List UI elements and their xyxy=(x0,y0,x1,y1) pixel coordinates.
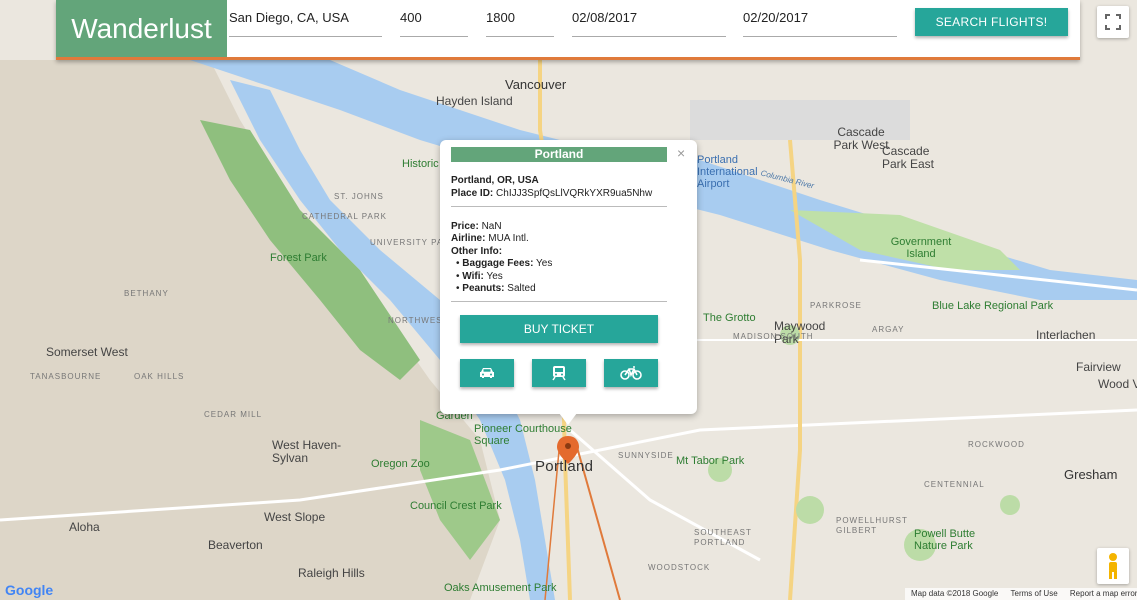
list-item: • Baggage Fees: Yes xyxy=(456,258,553,269)
divider xyxy=(451,206,667,207)
close-icon[interactable]: × xyxy=(677,145,685,161)
other-info-label: Other Info: xyxy=(451,246,503,257)
map-label-gresham: Gresham xyxy=(1064,467,1118,482)
place-id-label: Place ID: xyxy=(451,188,494,199)
map-label-west-haven: West Haven-Sylvan xyxy=(272,438,342,465)
buy-ticket-button[interactable]: BUY TICKET xyxy=(460,315,658,343)
map-label-parkrose: PARKROSE xyxy=(810,301,862,310)
info-value: Salted xyxy=(507,283,536,294)
report-error-link[interactable]: Report a map error xyxy=(1070,589,1137,598)
map-label-st-johns: ST. JOHNS xyxy=(334,192,384,201)
map-label-government-island: Government Island xyxy=(890,236,952,260)
pegman-icon xyxy=(1109,553,1117,579)
map-label-madison-south: MADISON SOUTH xyxy=(733,332,814,341)
popup-airline: Airline: MUA Intl. xyxy=(451,233,529,246)
map-label-oak-hills: OAK HILLS xyxy=(134,372,185,381)
popup-place-id: Place ID: ChIJJ3SpfQsLlVQRkYXR9ua5Nhw xyxy=(451,188,652,201)
map-label-sunnyside: SUNNYSIDE xyxy=(618,451,674,460)
price-label: Price: xyxy=(451,221,479,232)
list-item: • Wifi: Yes xyxy=(456,271,503,282)
origin-input[interactable]: San Diego, CA, USA xyxy=(229,8,382,37)
airline-value: MUA Intl. xyxy=(488,233,529,244)
map-label-raleigh-hills: Raleigh Hills xyxy=(298,566,365,580)
map-label-cascade-park-east: Cascade Park East xyxy=(882,144,935,171)
search-flights-button[interactable]: SEARCH FLIGHTS! xyxy=(915,8,1068,36)
map-label-centennial: CENTENNIAL xyxy=(924,480,985,489)
map-label-council-crest: Council Crest Park xyxy=(410,500,502,512)
map-label-aloha: Aloha xyxy=(69,520,100,534)
map-label-pioneer: Pioneer Courthouse Square xyxy=(474,423,572,447)
info-window-tail xyxy=(559,413,577,425)
return-date-input[interactable]: 02/20/2017 xyxy=(743,8,897,37)
map-label-wood-village: Wood Vil xyxy=(1098,377,1137,391)
map-label-cathedral-park: CATHEDRAL PARK xyxy=(302,212,387,221)
drive-button[interactable] xyxy=(460,359,514,387)
info-label: Peanuts: xyxy=(462,283,505,294)
map-label-hayden-island: Hayden Island xyxy=(436,94,513,108)
list-item: • Peanuts: Salted xyxy=(456,283,536,294)
map-data-text: Map data ©2018 Google xyxy=(911,589,999,598)
map-label-the-grotto: The Grotto xyxy=(703,312,756,324)
info-value: Yes xyxy=(536,258,553,269)
map-label-argay: ARGAY xyxy=(872,325,905,334)
google-logo: Google xyxy=(5,582,54,598)
search-header: Wanderlust San Diego, CA, USA 400 1800 0… xyxy=(56,0,1080,60)
map-label-forest-park: Forest Park xyxy=(270,252,327,264)
map-attribution: Map data ©2018 Google Terms of Use Repor… xyxy=(905,588,1137,600)
airline-label: Airline: xyxy=(451,233,486,244)
map-label-southeast-portland: SOUTHEAST PORTLAND xyxy=(694,528,752,547)
brand-logo[interactable]: Wanderlust xyxy=(56,0,227,57)
train-icon xyxy=(552,366,566,381)
popup-address: Portland, OR, USA xyxy=(451,175,539,186)
bike-button[interactable] xyxy=(604,359,658,387)
map-label-mt-tabor: Mt Tabor Park xyxy=(676,455,745,467)
map-label-beaverton: Beaverton xyxy=(208,538,263,552)
price-value: NaN xyxy=(481,221,502,232)
bike-icon xyxy=(620,366,642,380)
car-icon xyxy=(480,368,494,378)
map-label-somerset-west: Somerset West xyxy=(46,345,128,359)
max-price-input[interactable]: 1800 xyxy=(486,8,554,37)
map-label-oaks-park: Oaks Amusement Park xyxy=(444,582,557,594)
map-label-west-slope: West Slope xyxy=(264,510,326,524)
info-window: Portland × Portland, OR, USA Place ID: C… xyxy=(440,140,697,414)
map-label-oregon-zoo: Oregon Zoo xyxy=(371,458,430,470)
map-label-cedar-mill: CEDAR MILL xyxy=(204,410,263,419)
fullscreen-icon xyxy=(1105,14,1121,30)
popup-price: Price: NaN xyxy=(451,221,502,234)
map-label-bethany: BETHANY xyxy=(124,289,169,298)
map-label-blue-lake: Blue Lake Regional Park xyxy=(932,300,1054,312)
map-label-vancouver: Vancouver xyxy=(505,77,567,92)
divider xyxy=(451,301,667,302)
map-label-powell-butte: Powell Butte Nature Park xyxy=(914,528,976,552)
fullscreen-button[interactable] xyxy=(1097,6,1129,38)
terms-link[interactable]: Terms of Use xyxy=(1011,589,1058,598)
map-label-rockwood: ROCKWOOD xyxy=(968,440,1025,449)
map-label-tanasbourne: TANASBOURNE xyxy=(30,372,102,381)
map-label-powellhurst: POWELLHURST GILBERT xyxy=(836,516,908,535)
map-label-historic: Historic xyxy=(402,158,439,170)
min-price-input[interactable]: 400 xyxy=(400,8,468,37)
place-id-value: ChIJJ3SpfQsLlVQRkYXR9ua5Nhw xyxy=(496,188,653,199)
info-label: Wifi: xyxy=(462,271,484,282)
info-label: Baggage Fees: xyxy=(462,258,534,269)
info-value: Yes xyxy=(486,271,503,282)
map-label-portland: Portland xyxy=(535,458,594,475)
popup-title: Portland xyxy=(451,147,667,162)
train-button[interactable] xyxy=(532,359,586,387)
depart-date-input[interactable]: 02/08/2017 xyxy=(572,8,726,37)
street-view-button[interactable] xyxy=(1097,548,1129,584)
map-label-woodstock: WOODSTOCK xyxy=(648,563,711,572)
map-label-interlachen: Interlachen xyxy=(1036,328,1096,342)
map-label-fairview: Fairview xyxy=(1076,360,1121,374)
map-label-portland-airport: Portland International Airport xyxy=(697,154,758,190)
